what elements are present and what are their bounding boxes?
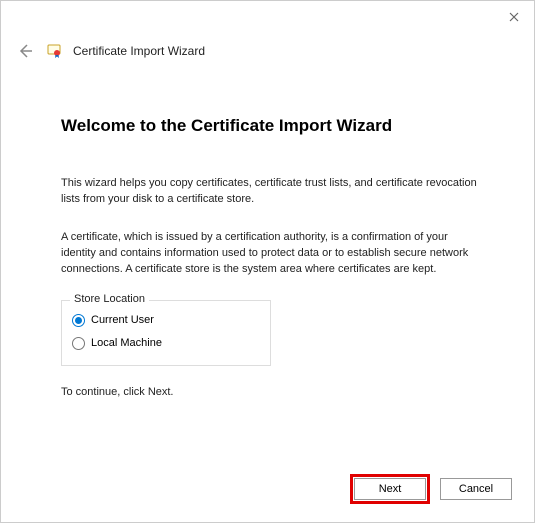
wizard-footer: Next Cancel xyxy=(350,474,512,504)
certificate-icon xyxy=(45,42,63,60)
wizard-content: Welcome to the Certificate Import Wizard… xyxy=(1,61,534,398)
wizard-title: Certificate Import Wizard xyxy=(73,44,205,58)
continue-hint: To continue, click Next. xyxy=(61,386,478,398)
back-arrow-icon[interactable] xyxy=(15,41,35,61)
intro-paragraph-1: This wizard helps you copy certificates,… xyxy=(61,176,478,208)
next-button-highlight: Next xyxy=(350,474,430,504)
store-location-legend: Store Location xyxy=(70,293,149,305)
store-location-group: Store Location Current User Local Machin… xyxy=(61,300,271,366)
radio-local-machine[interactable]: Local Machine xyxy=(72,332,260,355)
radio-label: Local Machine xyxy=(91,337,162,349)
radio-label: Current User xyxy=(91,314,154,326)
radio-icon xyxy=(72,337,85,350)
cancel-button[interactable]: Cancel xyxy=(440,478,512,500)
radio-current-user[interactable]: Current User xyxy=(72,309,260,332)
intro-paragraph-2: A certificate, which is issued by a cert… xyxy=(61,230,478,278)
radio-icon xyxy=(72,314,85,327)
welcome-heading: Welcome to the Certificate Import Wizard xyxy=(61,116,478,136)
titlebar xyxy=(1,1,534,33)
next-button[interactable]: Next xyxy=(354,478,426,500)
close-icon[interactable] xyxy=(502,5,526,29)
wizard-header: Certificate Import Wizard xyxy=(1,33,534,61)
